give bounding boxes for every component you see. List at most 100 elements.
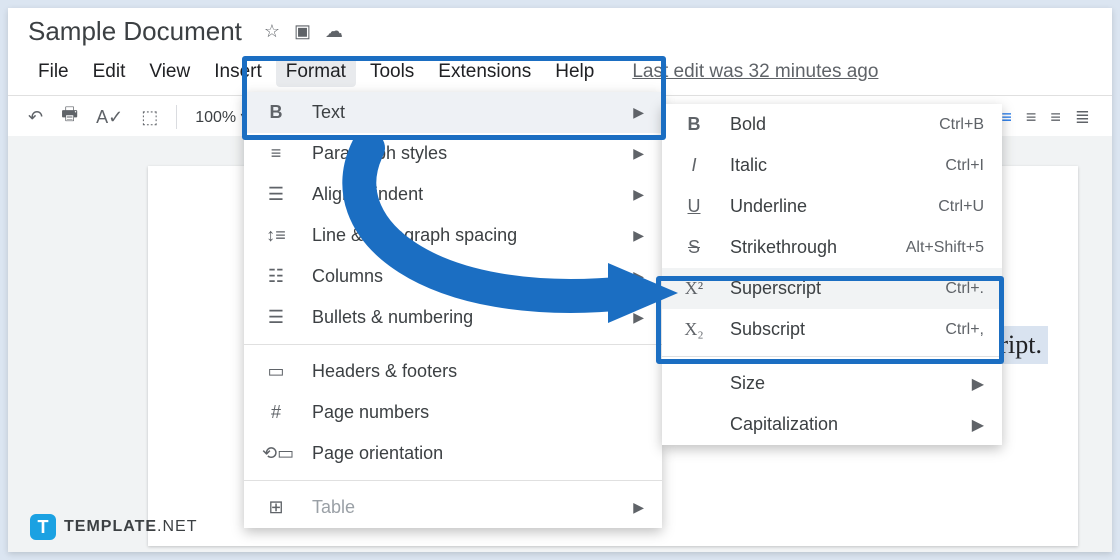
brand-logo-icon: T — [30, 514, 56, 540]
underline-shortcut: Ctrl+U — [938, 198, 984, 216]
menu-tools[interactable]: Tools — [360, 57, 424, 87]
format-paragraph-styles[interactable]: ≡ Paragraph styles ▶ — [244, 133, 662, 174]
strike-label: Strikethrough — [730, 237, 837, 258]
menu-extensions[interactable]: Extensions — [428, 57, 541, 87]
italic-icon: I — [680, 155, 708, 176]
text-underline[interactable]: U Underline Ctrl+U — [662, 186, 1002, 227]
format-bullets-numbering[interactable]: ☰ Bullets & numbering ▶ — [244, 297, 662, 338]
menu-insert[interactable]: Insert — [204, 57, 272, 87]
chevron-right-icon: ▶ — [633, 309, 644, 326]
align-justify-icon[interactable]: ≣ — [1075, 107, 1090, 128]
chevron-right-icon: ▶ — [972, 415, 984, 435]
menu-view[interactable]: View — [139, 57, 200, 87]
italic-shortcut: Ctrl+I — [945, 157, 984, 175]
doc-title[interactable]: Sample Document — [28, 16, 242, 47]
subscript-shortcut: Ctrl+, — [945, 321, 984, 339]
format-align-indent[interactable]: ☰ Align & indent ▶ — [244, 174, 662, 215]
format-paragraph-label: Paragraph styles — [312, 143, 447, 164]
spellcheck-icon[interactable]: A✓ — [96, 107, 123, 128]
strike-shortcut: Alt+Shift+5 — [906, 239, 984, 257]
menu-divider — [662, 356, 1002, 357]
chevron-right-icon: ▶ — [633, 227, 644, 244]
superscript-icon: X² — [680, 278, 708, 299]
strikethrough-icon: S — [680, 237, 708, 258]
align-right-icon[interactable]: ≡ — [1050, 107, 1061, 128]
text-size[interactable]: Size ▶ — [662, 363, 1002, 404]
google-docs-window: Sample Document ☆ ▣ ☁ File Edit View Ins… — [8, 8, 1112, 552]
format-orientation-label: Page orientation — [312, 443, 443, 464]
format-align-label: Align & indent — [312, 184, 423, 205]
title-icons: ☆ ▣ ☁ — [254, 21, 343, 42]
last-edit-link[interactable]: Last edit was 32 minutes ago — [632, 61, 878, 83]
format-table[interactable]: ⊞ Table ▶ — [244, 487, 662, 528]
brand-text: TEMPLATE.NET — [64, 518, 197, 536]
format-text[interactable]: B Text ▶ — [244, 92, 662, 133]
format-table-label: Table — [312, 497, 355, 518]
chevron-right-icon: ▶ — [633, 145, 644, 162]
underline-icon: U — [680, 196, 708, 217]
format-page-numbers[interactable]: # Page numbers — [244, 392, 662, 433]
bold-icon: B — [262, 102, 290, 123]
headers-icon: ▭ — [262, 361, 290, 382]
text-italic[interactable]: I Italic Ctrl+I — [662, 145, 1002, 186]
list-icon: ☰ — [262, 307, 290, 328]
table-icon: ⊞ — [262, 497, 290, 518]
subscript-icon: X₂ — [680, 319, 708, 340]
toolbar-right: ▎≡ ≡ ≡ ≣ — [988, 107, 1090, 128]
format-bullets-label: Bullets & numbering — [312, 307, 473, 328]
cloud-icon[interactable]: ☁ — [325, 21, 343, 42]
move-icon[interactable]: ▣ — [294, 21, 311, 42]
bold-label: Bold — [730, 114, 766, 135]
format-page-orientation[interactable]: ⟲▭ Page orientation — [244, 433, 662, 474]
menu-help[interactable]: Help — [545, 57, 604, 87]
menu-edit[interactable]: Edit — [83, 57, 136, 87]
watermark: T TEMPLATE.NET — [30, 514, 197, 540]
format-line-spacing[interactable]: ↕≡ Line & paragraph spacing ▶ — [244, 215, 662, 256]
format-columns-label: Columns — [312, 266, 383, 287]
capitalization-label: Capitalization — [730, 414, 838, 435]
line-spacing-icon: ↕≡ — [262, 225, 290, 246]
header: Sample Document ☆ ▣ ☁ File Edit View Ins… — [8, 8, 1112, 95]
format-headers-footers[interactable]: ▭ Headers & footers — [244, 351, 662, 392]
bold-shortcut: Ctrl+B — [939, 116, 984, 134]
size-label: Size — [730, 373, 765, 394]
superscript-label: Superscript — [730, 278, 821, 299]
format-columns[interactable]: ☷ Columns ▶ — [244, 256, 662, 297]
menubar: File Edit View Insert Format Tools Exten… — [28, 47, 1092, 95]
text-superscript[interactable]: X² Superscript Ctrl+. — [662, 268, 1002, 309]
undo-icon[interactable]: ↶ — [28, 107, 43, 128]
hash-icon: # — [262, 402, 290, 423]
underline-label: Underline — [730, 196, 807, 217]
print-icon[interactable]: 🖶 — [61, 102, 78, 132]
format-pagenum-label: Page numbers — [312, 402, 429, 423]
menu-file[interactable]: File — [28, 57, 79, 87]
menu-format[interactable]: Format — [276, 57, 356, 87]
align-icon: ☰ — [262, 184, 290, 205]
text-subscript[interactable]: X₂ Subscript Ctrl+, — [662, 309, 1002, 350]
zoom-dropdown[interactable]: 100% ▾ — [195, 107, 248, 127]
paragraph-icon: ≡ — [262, 143, 290, 164]
format-text-label: Text — [312, 102, 345, 123]
format-linespacing-label: Line & paragraph spacing — [312, 225, 517, 246]
italic-label: Italic — [730, 155, 767, 176]
toolbar-separator — [176, 105, 177, 129]
chevron-right-icon: ▶ — [633, 104, 644, 121]
superscript-shortcut: Ctrl+. — [945, 280, 984, 298]
bold-icon: B — [680, 114, 708, 135]
text-capitalization[interactable]: Capitalization ▶ — [662, 404, 1002, 445]
format-paint-icon[interactable]: ⬚ — [141, 107, 158, 128]
align-center-icon[interactable]: ≡ — [1026, 107, 1037, 128]
format-menu: B Text ▶ ≡ Paragraph styles ▶ ☰ Align & … — [244, 92, 662, 528]
menu-divider — [244, 480, 662, 481]
format-headers-label: Headers & footers — [312, 361, 457, 382]
title-row: Sample Document ☆ ▣ ☁ — [28, 16, 1092, 47]
orientation-icon: ⟲▭ — [262, 443, 290, 464]
subscript-label: Subscript — [730, 319, 805, 340]
text-bold[interactable]: B Bold Ctrl+B — [662, 104, 1002, 145]
star-icon[interactable]: ☆ — [264, 21, 280, 42]
chevron-right-icon: ▶ — [633, 268, 644, 285]
text-strikethrough[interactable]: S Strikethrough Alt+Shift+5 — [662, 227, 1002, 268]
chevron-right-icon: ▶ — [633, 186, 644, 203]
chevron-right-icon: ▶ — [633, 499, 644, 516]
chevron-right-icon: ▶ — [972, 374, 984, 394]
